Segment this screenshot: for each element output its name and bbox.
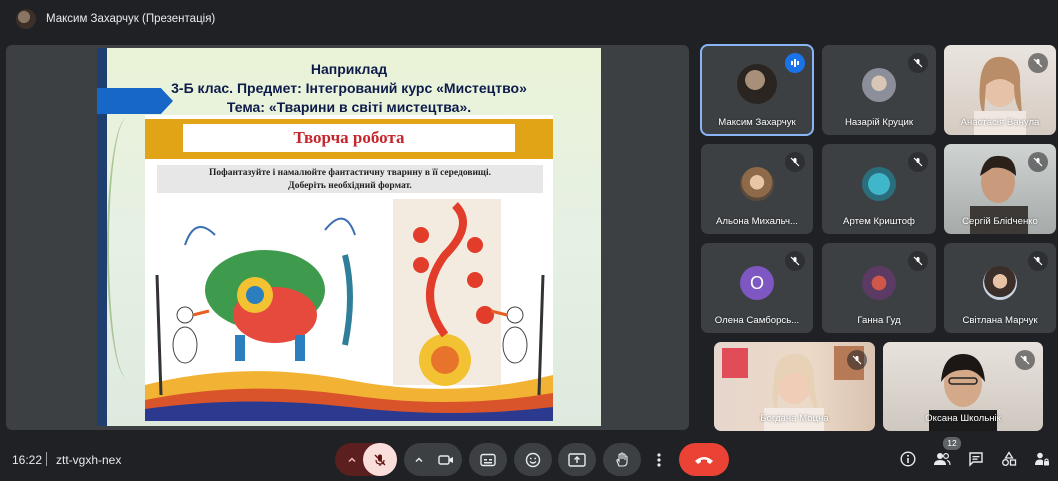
chevron-up-icon[interactable]	[341, 443, 363, 476]
slide-heading: Наприклад 3-Б клас. Предмет: Інтегровани…	[97, 60, 601, 117]
smile-icon	[525, 452, 541, 467]
banner-band: Творча робота	[145, 119, 553, 159]
present-button[interactable]	[558, 443, 596, 476]
hand-icon	[616, 451, 628, 467]
participant-name: Богдана Моцна	[760, 413, 829, 424]
more-vert-icon	[657, 452, 661, 467]
presentation-stage[interactable]: Наприклад 3-Б клас. Предмет: Інтегровани…	[6, 45, 689, 430]
avatar	[862, 266, 896, 300]
camera-button[interactable]	[430, 443, 462, 476]
banner-title: Творча робота	[183, 124, 515, 152]
task-line1: Пофантазуйте і намалюйте фантастичну тва…	[209, 168, 491, 178]
avatar	[737, 64, 777, 104]
participant-name: Ганна Гуд	[857, 315, 901, 326]
speaking-indicator-icon	[785, 53, 805, 73]
participant-tile[interactable]: Максим Захарчук	[700, 44, 814, 136]
mic-off-icon	[908, 251, 928, 271]
phone-hangup-icon	[695, 456, 713, 464]
participant-tile[interactable]: О Олена Самборсь...	[701, 243, 813, 333]
chat-icon	[969, 452, 983, 467]
host-controls-button[interactable]	[1031, 448, 1053, 470]
participant-name: Артем Криштоф	[843, 216, 915, 227]
camera-control	[404, 443, 462, 476]
info-button[interactable]	[897, 448, 919, 470]
activities-button[interactable]	[998, 448, 1020, 470]
avatar: О	[740, 266, 774, 300]
reactions-button[interactable]	[514, 443, 552, 476]
presentation-slide: Наприклад 3-Б клас. Предмет: Інтегровани…	[97, 48, 601, 426]
participant-tile[interactable]: Оксана Школьнік	[883, 342, 1043, 431]
clock: 16:22	[12, 453, 43, 467]
participant-count-badge: 12	[943, 437, 961, 450]
chevron-up-icon[interactable]	[408, 443, 430, 476]
microphone-control	[335, 443, 397, 476]
people-icon	[934, 452, 951, 466]
participant-name: Олена Самборсь...	[714, 315, 800, 326]
raise-hand-button[interactable]	[603, 443, 641, 476]
more-options-button[interactable]	[648, 443, 670, 476]
mic-off-icon	[847, 350, 867, 370]
present-icon	[568, 452, 586, 467]
people-button[interactable]	[931, 448, 953, 470]
mic-off-icon	[908, 53, 928, 73]
captions-icon	[480, 453, 496, 466]
mic-off-icon	[374, 454, 386, 466]
participant-tile[interactable]: Богдана Моцна	[714, 342, 875, 431]
mic-off-icon	[1028, 53, 1048, 73]
mic-off-icon	[1015, 350, 1035, 370]
info-icon	[900, 451, 916, 467]
mic-off-button[interactable]	[363, 443, 397, 476]
participant-tile[interactable]: Назарій Круцик	[822, 45, 936, 135]
captions-button[interactable]	[469, 443, 507, 476]
participant-tile[interactable]: Сергій Бліdченко	[944, 144, 1056, 234]
divider	[46, 452, 47, 466]
mic-off-icon	[785, 152, 805, 172]
end-call-button[interactable]	[679, 443, 729, 476]
avatar	[740, 167, 774, 201]
presenter-title: Максим Захарчук (Презентація)	[46, 13, 216, 25]
participant-tile[interactable]: Світлана Марчук	[944, 243, 1056, 333]
meeting-code[interactable]: ztt-vgxh-nex	[56, 453, 121, 467]
participant-name: Світлана Марчук	[962, 315, 1038, 326]
slide-heading-line2: 3-Б клас. Предмет: Інтегрований курс «Ми…	[171, 80, 527, 96]
participant-tile[interactable]: Артем Криштоф	[822, 144, 936, 234]
participant-tile[interactable]: Альона Михальч...	[701, 144, 813, 234]
chat-button[interactable]	[965, 448, 987, 470]
top-bar: Максим Захарчук (Презентація)	[0, 0, 1058, 38]
camera-icon	[438, 454, 453, 465]
participant-name: Назарій Круцик	[844, 117, 914, 128]
shapes-icon	[1002, 451, 1017, 466]
slide-heading-line1: Наприклад	[310, 61, 388, 77]
avatar	[862, 167, 896, 201]
participant-name: Альона Михальч...	[716, 216, 798, 227]
slide-illustration	[145, 199, 553, 421]
mic-off-icon	[785, 251, 805, 271]
participant-name: Сергій Бліdченко	[962, 216, 1038, 227]
mic-off-icon	[1028, 251, 1048, 271]
avatar	[983, 266, 1017, 300]
lock-person-icon	[1035, 452, 1049, 466]
task-text: Пофантазуйте і намалюйте фантастичну тва…	[157, 165, 543, 193]
slide-content-panel: Творча робота Пофантазуйте і намалюйте ф…	[145, 115, 553, 421]
participant-name: Оксана Школьнік	[925, 413, 1001, 424]
mic-off-icon	[908, 152, 928, 172]
presenter-avatar	[16, 9, 36, 29]
participant-name: Максим Захарчук	[718, 117, 796, 128]
avatar	[862, 68, 896, 102]
participant-tile[interactable]: Ганна Гуд	[822, 243, 936, 333]
participant-tile[interactable]: Анастасія Ванула	[944, 45, 1056, 135]
meet-window: Максим Захарчук (Презентація) Наприклад …	[0, 0, 1058, 481]
bottom-bar: 16:22 ztt-vgxh-nex	[0, 437, 1058, 481]
participant-name: Анастасія Ванула	[960, 117, 1040, 128]
mic-off-icon	[1028, 152, 1048, 172]
task-line2: Доберіть необхідний формат.	[288, 180, 412, 191]
slide-swoosh-decoration	[107, 118, 147, 378]
